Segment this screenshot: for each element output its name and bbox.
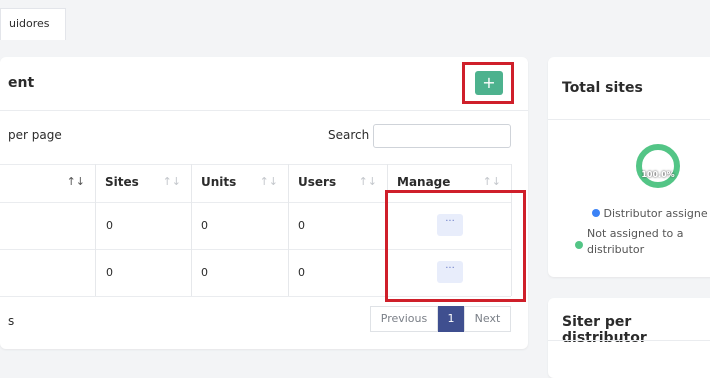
search-label: Search (328, 128, 370, 142)
cell-units: 0 (201, 219, 208, 232)
per-page-label: per page (8, 128, 62, 142)
cell-users: 0 (298, 266, 305, 279)
column-divider (191, 164, 192, 296)
panel-divider (0, 110, 528, 111)
pagination-next[interactable]: Next (464, 306, 511, 332)
top-tab-bar: uidores (0, 0, 710, 40)
column-divider (95, 164, 96, 296)
pagination-previous[interactable]: Previous (370, 306, 438, 332)
cell-units: 0 (201, 266, 208, 279)
column-divider (288, 164, 289, 296)
search-input[interactable] (373, 124, 511, 148)
legend-item-not-assigned[interactable]: Not assigned to a distributor (575, 226, 693, 258)
sort-icon: ↑↓ (259, 175, 278, 188)
pagination-page-1[interactable]: 1 (438, 306, 464, 332)
card-divider (548, 340, 710, 341)
column-header-units[interactable]: Units ↑↓ (191, 164, 288, 202)
column-header-users[interactable]: Users ↑↓ (288, 164, 387, 202)
card-divider (548, 119, 710, 120)
sort-icon: ↑↓ (358, 175, 377, 188)
sort-icon: ↑↓ (66, 175, 85, 188)
total-sites-title: Total sites (562, 80, 643, 96)
sort-icon: ↑↓ (162, 175, 181, 188)
total-sites-donut-chart (636, 144, 680, 188)
legend-dot (592, 209, 600, 217)
column-header-name[interactable]: ↑↓ (0, 164, 95, 202)
legend-dot (575, 241, 583, 249)
cell-sites: 0 (106, 266, 113, 279)
legend-item-distributor-assigned[interactable]: Distributor assigne (592, 207, 708, 220)
highlight-add-button (462, 62, 514, 104)
table-border-top (0, 164, 511, 165)
tab-distribuidores[interactable]: uidores (0, 8, 66, 40)
cell-users: 0 (298, 219, 305, 232)
table-info: s (8, 314, 15, 328)
cell-sites: 0 (106, 219, 113, 232)
panel-title: ent (8, 75, 35, 91)
siter-per-distributor-title: Siter per distributor (562, 314, 647, 346)
donut-label: 100.0% (641, 170, 675, 179)
highlight-manage-column (385, 190, 526, 302)
column-header-sites[interactable]: Sites ↑↓ (95, 164, 191, 202)
